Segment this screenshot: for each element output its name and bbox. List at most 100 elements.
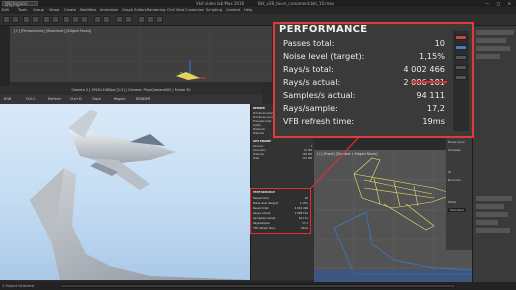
menu-item[interactable]: Graph Editors (122, 7, 147, 14)
mini-perf-row: Rays/s total: 4 002 466 (253, 207, 308, 210)
performance-title: PERFORMANCE (279, 24, 368, 35)
menu-item[interactable]: Content (226, 7, 240, 14)
mini-perf-label: VFB refresh time: (253, 227, 276, 230)
status-bar: 1 Object Selected (0, 282, 516, 290)
vfb-info-bar: Camera 2 | 1920×1080px [1:2] | Camera: P… (0, 86, 262, 95)
refresh-button[interactable]: Refresh (48, 95, 61, 104)
pin-icon[interactable] (455, 65, 467, 70)
lock-icon[interactable] (455, 55, 467, 60)
panel-field[interactable] (476, 220, 498, 225)
menu-bar: Edit Tools Group Views Create Modifiers … (0, 7, 516, 14)
perf-value: 19ms (422, 116, 445, 126)
track-button[interactable]: Track (92, 95, 101, 104)
mini-perf-label: Rays/s actual: (253, 212, 272, 215)
list-icon[interactable] (455, 75, 467, 80)
mini-perf-label: Samples/s actual: (253, 217, 276, 220)
viewport-label[interactable]: [+] [Perspective] [Standard] [Edged Face… (14, 29, 91, 33)
unlink-icon[interactable] (32, 16, 39, 23)
performance-callout: PERFORMANCE Passes total: 10 Noise level … (273, 22, 474, 138)
perf-value: 17,2 (426, 103, 445, 113)
stats-row: Total 210 MB (253, 157, 312, 160)
workspace-dropdown[interactable]: Workspace: Default (2, 1, 38, 10)
stats-label: Lights (253, 124, 261, 127)
angle-snap-icon[interactable] (103, 16, 110, 23)
move-icon[interactable] (63, 16, 70, 23)
render-image (0, 104, 250, 280)
select-by-name-icon[interactable] (52, 16, 59, 23)
mini-perf-row: Samples/s actual: 94 111 (253, 217, 308, 220)
panel-field[interactable] (476, 38, 506, 43)
rollout-label: Samples (448, 148, 461, 152)
file-title: Bkt_v28_tours_crossment.bkt_10.max (258, 1, 334, 6)
rollout-label: Noise level (448, 140, 465, 144)
menu-item[interactable]: Modifiers (80, 7, 96, 14)
rollout-label: Mode (448, 200, 457, 204)
menu-item[interactable]: Group (33, 7, 44, 14)
scale-icon[interactable] (81, 16, 88, 23)
timeline-slider[interactable] (60, 284, 456, 288)
jet-render (30, 110, 250, 280)
menu-item[interactable]: Animation (100, 7, 118, 14)
mini-perf-value: 94 111 (298, 217, 308, 220)
menu-item[interactable]: Customize (185, 7, 204, 14)
panel-field[interactable] (476, 30, 514, 35)
mirror-icon[interactable] (116, 16, 123, 23)
mini-performance-panel: PERFORMANCE Passes total: 10 Noise level … (250, 188, 311, 234)
perf-label: VFB refresh time: (283, 116, 355, 126)
mini-performance-title: PERFORMANCE (253, 191, 276, 194)
align-icon[interactable] (125, 16, 132, 23)
render-button[interactable]: RENDER (136, 95, 150, 104)
channel-select[interactable]: RGB (4, 95, 11, 104)
menu-item[interactable]: Views (49, 7, 59, 14)
panel-field[interactable] (476, 204, 504, 209)
app-title: Vkd video lab Max 2016 (196, 1, 245, 6)
selection-status: 1 Object Selected (2, 284, 34, 288)
mini-perf-label: Noise level (target): (253, 202, 279, 205)
mini-perf-label: Rays/s total: (253, 207, 270, 210)
command-panel (472, 26, 516, 282)
menu-item[interactable]: Tools (18, 7, 27, 14)
panel-field[interactable] (476, 46, 510, 51)
redo-icon[interactable] (12, 16, 19, 23)
perf-value: 1,15% (418, 51, 445, 61)
perf-label: Rays/s total: (283, 64, 334, 74)
close-icon[interactable] (455, 35, 467, 40)
mode-dropdown[interactable]: Standard (448, 208, 466, 212)
menu-item[interactable]: Create (64, 7, 76, 14)
snap-icon[interactable] (94, 16, 101, 23)
render-setup-icon[interactable] (147, 16, 154, 23)
perf-value: 94 111 (416, 90, 445, 100)
region-button[interactable]: Region (114, 95, 126, 104)
gizmo-icon[interactable] (176, 60, 206, 80)
link-icon[interactable] (23, 16, 30, 23)
mini-perf-value: 1,15% (299, 202, 308, 205)
menu-item[interactable]: Civil View (167, 7, 184, 14)
settings-icon[interactable] (455, 45, 467, 50)
perf-row: Passes total: 10 (283, 38, 445, 48)
perf-label: Rays/s actual: (283, 77, 341, 87)
stats-label: Primitives total (253, 112, 273, 115)
mini-perf-value: 4 002 466 (294, 207, 308, 210)
menu-item[interactable]: Rendering (147, 7, 165, 14)
undo-icon[interactable] (3, 16, 10, 23)
menu-item[interactable]: Scripting (206, 7, 222, 14)
rotate-icon[interactable] (72, 16, 79, 23)
menu-item[interactable]: Help (244, 7, 252, 14)
viewport-label[interactable]: [+] [Front] [Shaded + Edged Faces] (317, 152, 377, 156)
save-button[interactable]: Ctrl+D (70, 95, 82, 104)
panel-field[interactable] (476, 212, 508, 217)
render-icon[interactable] (156, 16, 163, 23)
stats-row: Devices 1 (253, 145, 312, 148)
copy-button[interactable]: Ctrl-C (26, 95, 36, 104)
panel-field[interactable] (476, 196, 512, 201)
window-controls[interactable]: — □ ✕ (485, 0, 514, 7)
perspective-viewport[interactable]: [+] [Perspective] [Standard] [Edged Face… (10, 26, 272, 82)
menu-item[interactable]: Edit (2, 7, 9, 14)
panel-field[interactable] (476, 228, 510, 233)
mini-perf-row: Rays/sample: 17,2 (253, 222, 308, 225)
stats-section-header: GPU ENGINE (253, 140, 272, 143)
stats-label: Triangles total (253, 120, 272, 123)
panel-field[interactable] (476, 54, 500, 59)
material-editor-icon[interactable] (138, 16, 145, 23)
select-icon[interactable] (43, 16, 50, 23)
